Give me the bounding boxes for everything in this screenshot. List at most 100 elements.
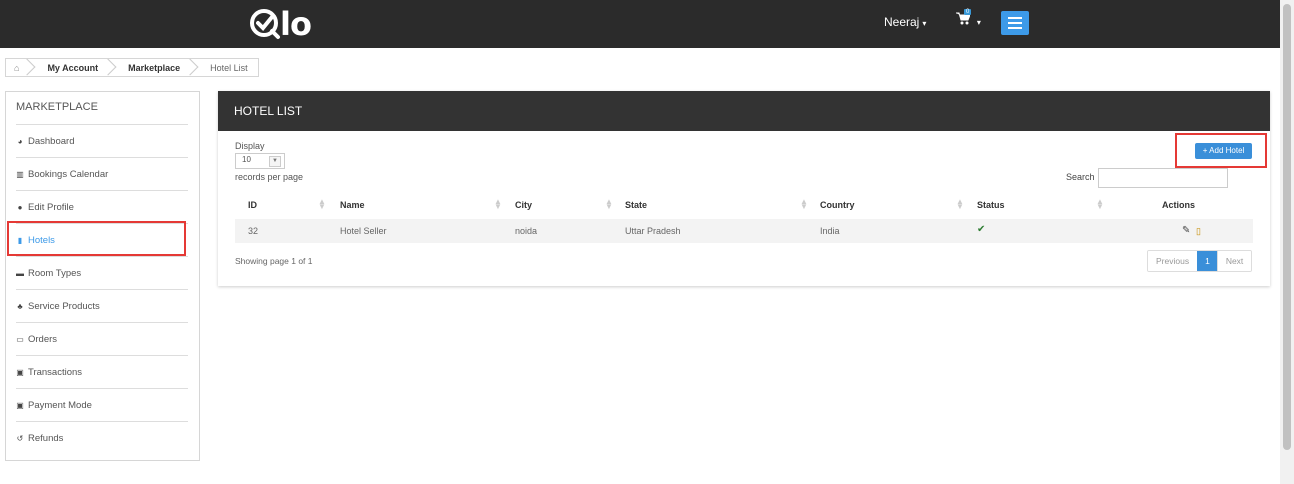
edit-pencil-icon[interactable]: ✎ [1182, 225, 1190, 236]
display-label: Display [235, 141, 265, 151]
sidebar-item-room-types[interactable]: ▬ Room Types [15, 263, 185, 283]
sidebar-item-label: Refunds [28, 432, 64, 444]
marketplace-sidebar: MARKETPLACE ◕ Dashboard ▥ Bookings Calenda… [5, 91, 200, 461]
breadcrumb-separator [27, 59, 35, 76]
cell-name: Hotel Seller [340, 226, 387, 236]
divider [16, 157, 188, 158]
divider [16, 322, 188, 323]
sidebar-item-service-products[interactable]: ♣ Service Products [15, 296, 185, 316]
cart-count-badge: 0 [964, 9, 972, 15]
sort-icon[interactable]: ▲ ▼ [494, 198, 502, 211]
search-input[interactable] [1098, 168, 1228, 188]
money-icon: ▣ [16, 400, 24, 410]
sidebar-item-payment-mode[interactable]: ▣ Payment Mode [15, 395, 185, 415]
records-per-page-select[interactable]: 10 ▼ [235, 153, 285, 169]
sort-icon[interactable]: ▲ ▼ [318, 198, 326, 211]
bed-icon: ▬ [16, 268, 24, 278]
divider [16, 256, 188, 257]
sidebar-item-label: Service Products [28, 300, 100, 312]
user-name: Neeraj [884, 15, 920, 29]
showing-page-text: Showing page 1 of 1 [235, 256, 313, 266]
column-header-actions: Actions [1162, 200, 1196, 210]
panel-header: HOTEL LIST [218, 91, 1270, 131]
caret-down-icon: ▾ [922, 19, 927, 28]
sidebar-title: MARKETPLACE [16, 101, 98, 113]
qlo-logo[interactable]: lo [248, 4, 312, 44]
logo-text: lo [280, 5, 312, 43]
breadcrumb-hotel-list: Hotel List [210, 62, 248, 73]
page-scrollbar[interactable] [1280, 0, 1294, 484]
hamburger-menu-button[interactable] [1001, 11, 1029, 35]
cell-country: India [820, 226, 840, 236]
column-header-state[interactable]: State [625, 200, 647, 210]
sort-icon[interactable]: ▲ ▼ [1096, 198, 1104, 211]
breadcrumb: ⌂ My Account Marketplace Hotel List [5, 58, 259, 77]
sidebar-item-dashboard[interactable]: ◕ Dashboard [15, 131, 185, 151]
highlight-box-hotels [7, 221, 186, 256]
sidebar-item-bookings-calendar[interactable]: ▥ Bookings Calendar [15, 164, 185, 184]
breadcrumb-separator [108, 59, 116, 76]
status-check-icon: ✔ [977, 224, 986, 235]
search-label: Search [1066, 172, 1095, 182]
column-header-id[interactable]: ID [248, 200, 257, 210]
money-icon: ▣ [16, 367, 24, 377]
divider [16, 355, 188, 356]
undo-icon: ↺ [16, 433, 24, 443]
sidebar-item-label: Dashboard [28, 135, 75, 147]
sidebar-item-label: Payment Mode [28, 399, 92, 411]
sort-icon[interactable]: ▲ ▼ [956, 198, 964, 211]
hamburger-line [1008, 22, 1022, 24]
sidebar-item-refunds[interactable]: ↺ Refunds [15, 428, 185, 448]
scrollbar-thumb[interactable] [1283, 4, 1291, 450]
delete-trash-icon[interactable]: ▯ [1196, 226, 1201, 237]
highlight-box-add-hotel [1175, 133, 1267, 168]
tachometer-icon: ◕ [17, 136, 23, 146]
breadcrumb-marketplace[interactable]: Marketplace [116, 59, 190, 76]
hotel-list-panel: HOTEL LIST Display 10 ▼ records per page… [218, 91, 1270, 286]
pagination: Previous 1 Next [1147, 250, 1253, 272]
cart-toggle[interactable]: 0 ▾ [956, 9, 981, 28]
sidebar-item-label: Bookings Calendar [28, 168, 109, 180]
top-navbar: lo Neeraj ▾ 0 ▾ [0, 0, 1280, 48]
sort-icon[interactable]: ▲ ▼ [605, 198, 613, 211]
bar-chart-icon: ▥ [16, 169, 24, 179]
column-header-name[interactable]: Name [340, 200, 365, 210]
sidebar-item-transactions[interactable]: ▣ Transactions [15, 362, 185, 382]
divider [16, 388, 188, 389]
column-header-status[interactable]: Status [977, 200, 1005, 210]
column-header-city[interactable]: City [515, 200, 532, 210]
cell-state: Uttar Pradesh [625, 226, 681, 236]
sidebar-item-orders[interactable]: ▭ Orders [15, 329, 185, 349]
cell-city: noida [515, 226, 538, 236]
divider [16, 421, 188, 422]
divider [16, 289, 188, 290]
breadcrumb-my-account[interactable]: My Account [35, 59, 108, 76]
pagination-page-1[interactable]: 1 [1197, 251, 1218, 271]
divider [16, 190, 188, 191]
caret-down-icon: ▾ [976, 18, 981, 27]
per-page-value: 10 [242, 155, 251, 164]
credit-card-icon: ▭ [16, 334, 24, 344]
hamburger-line [1008, 27, 1022, 29]
sort-icon[interactable]: ▲ ▼ [800, 198, 808, 211]
pagination-previous[interactable]: Previous [1148, 251, 1198, 271]
table-row: 32 Hotel Seller noida Uttar Pradesh Indi… [235, 219, 1253, 243]
hamburger-icon [1008, 17, 1022, 19]
sidebar-item-label: Orders [28, 333, 58, 345]
table-header: ID ▲ ▼ Name ▲ ▼ City ▲ ▼ State ▲ ▼ Country ▲… [235, 193, 1253, 217]
chevron-down-icon: ▼ [269, 156, 281, 167]
panel-title: HOTEL LIST [234, 104, 303, 118]
records-per-page-label: records per page [235, 172, 304, 182]
column-header-country[interactable]: Country [820, 200, 855, 210]
sidebar-item-label: Transactions [28, 366, 83, 378]
sidebar-item-label: Edit Profile [28, 201, 74, 213]
user-plus-icon: ♣ [17, 301, 23, 311]
user-icon: ● [17, 202, 23, 212]
pagination-next[interactable]: Next [1217, 251, 1252, 271]
user-menu-toggle[interactable]: Neeraj ▾ [884, 15, 926, 29]
logo-q-icon [250, 9, 280, 39]
breadcrumb-separator [190, 59, 198, 76]
cell-id: 32 [248, 226, 259, 236]
sidebar-item-edit-profile[interactable]: ● Edit Profile [15, 197, 185, 217]
divider [16, 124, 188, 125]
